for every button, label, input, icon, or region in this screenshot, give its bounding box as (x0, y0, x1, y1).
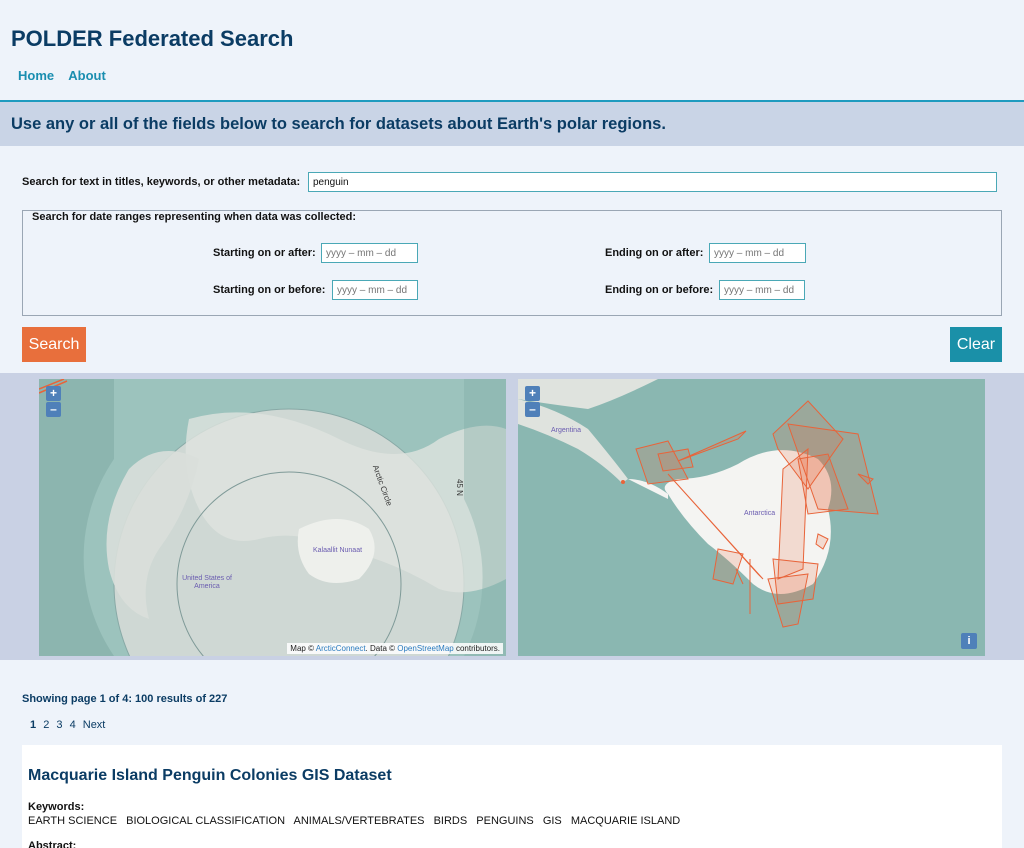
abstract-label: Abstract: (28, 840, 77, 848)
antarctic-zoom-control: + – (525, 386, 540, 418)
keyword: ANIMALS/VERTEBRATES (293, 815, 425, 827)
intro-text: Use any or all of the fields below to se… (11, 115, 666, 133)
attribution-middle: . Data © (365, 644, 396, 653)
page-link-1[interactable]: 1 (30, 719, 36, 731)
openstreetmap-link[interactable]: OpenStreetMap (397, 644, 453, 653)
info-icon[interactable]: i (961, 633, 977, 649)
keyword: EARTH SCIENCE (28, 815, 118, 827)
map-point (621, 480, 625, 484)
intro-banner: Use any or all of the fields below to se… (0, 100, 1024, 146)
start-after-label: Starting on or after: (213, 247, 316, 259)
keyword: BIOLOGICAL CLASSIFICATION (126, 815, 286, 827)
keywords-list: EARTH SCIENCE BIOLOGICAL CLASSIFICATION … (28, 815, 686, 827)
end-before-input[interactable] (719, 280, 805, 300)
page-link-4[interactable]: 4 (70, 719, 76, 731)
attribution-suffix: contributors. (455, 644, 500, 653)
end-after-label: Ending on or after: (605, 247, 704, 259)
nav-home-link[interactable]: Home (18, 68, 54, 83)
main-nav: Home About (18, 68, 117, 83)
search-button[interactable]: Search (22, 327, 86, 362)
start-after-input[interactable] (321, 243, 418, 263)
zoom-out-button[interactable]: – (46, 402, 61, 417)
zoom-out-button[interactable]: – (525, 402, 540, 417)
end-before-label: Ending on or before: (605, 284, 714, 296)
page-link-2[interactable]: 2 (43, 719, 49, 731)
argentina-label: Argentina (551, 427, 581, 434)
site-title: POLDER Federated Search (11, 26, 294, 51)
clear-button[interactable]: Clear (950, 327, 1002, 362)
antarctic-map-canvas (518, 379, 985, 656)
zoom-in-button[interactable]: + (525, 386, 540, 401)
text-search-input[interactable] (308, 172, 997, 192)
page-next-link[interactable]: Next (83, 719, 106, 731)
arcticconnect-link[interactable]: ArcticConnect (316, 644, 366, 653)
attribution-prefix: Map © (290, 644, 314, 653)
results-summary: Showing page 1 of 4: 100 results of 227 (22, 693, 228, 705)
keyword: BIRDS (433, 815, 468, 827)
map-attribution: Map © ArcticConnect. Data © OpenStreetMa… (287, 643, 503, 654)
date-range-fieldset (22, 210, 1002, 316)
start-before-label: Starting on or before: (213, 284, 326, 296)
arctic-zoom-control: + – (46, 386, 61, 418)
meridian-label: 45 N (454, 479, 464, 496)
pagination: 1 2 3 4 Next (30, 719, 109, 731)
keyword: PENGUINS (476, 815, 534, 827)
arctic-map[interactable]: Arctic Circle 45 N Kalaallit Nunaat Unit… (39, 379, 506, 656)
result-title[interactable]: Macquarie Island Penguin Colonies GIS Da… (28, 767, 392, 785)
result-card: Macquarie Island Penguin Colonies GIS Da… (22, 745, 1002, 848)
keyword: MACQUARIE ISLAND (570, 815, 681, 827)
page-link-3[interactable]: 3 (56, 719, 62, 731)
nav-about-link[interactable]: About (68, 68, 106, 83)
keyword: GIS (542, 815, 562, 827)
usa-label: United States of America (182, 575, 232, 590)
keywords-label: Keywords: (28, 801, 85, 813)
greenland-label: Kalaallit Nunaat (313, 547, 363, 554)
zoom-in-button[interactable]: + (46, 386, 61, 401)
text-search-label: Search for text in titles, keywords, or … (22, 176, 301, 188)
antarctica-label: Antarctica (744, 510, 776, 517)
date-range-legend: Search for date ranges representing when… (30, 211, 358, 223)
end-after-input[interactable] (709, 243, 806, 263)
start-before-input[interactable] (332, 280, 418, 300)
arctic-map-canvas (39, 379, 506, 656)
antarctic-map[interactable]: Argentina Antarctica + – i (518, 379, 985, 656)
